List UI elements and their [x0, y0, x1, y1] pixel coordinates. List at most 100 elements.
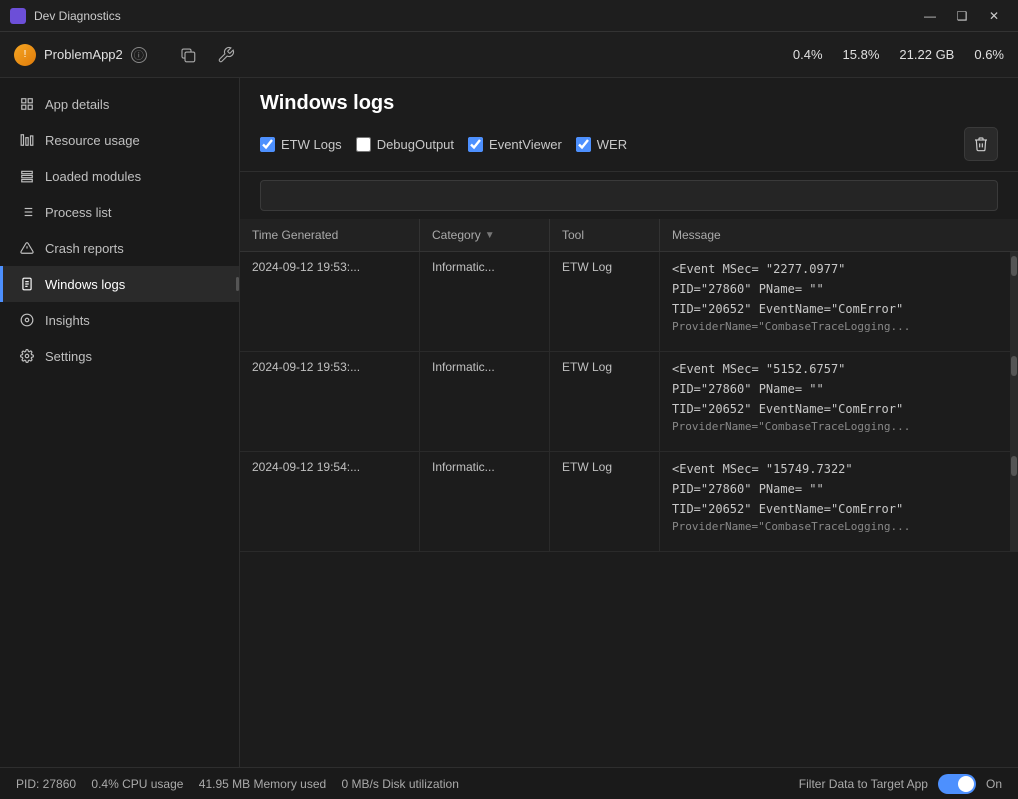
- scroll-thumb-2: [1011, 456, 1017, 476]
- cell-message-1: <Event MSec= "5152.6757" PID="27860" PNa…: [660, 352, 1018, 451]
- cell-category-2: Informatic...: [420, 452, 550, 551]
- message-scrollbar-0[interactable]: [1010, 252, 1018, 351]
- sidebar-item-loaded-modules[interactable]: Loaded modules: [0, 158, 239, 194]
- status-separator-3: [332, 777, 335, 791]
- debug-output-filter[interactable]: DebugOutput: [356, 137, 454, 152]
- table-header: Time Generated Category ▼ Tool Message: [240, 219, 1018, 252]
- tools-button[interactable]: [215, 44, 237, 66]
- filter-checkboxes: ETW Logs DebugOutput EventViewer WER: [260, 137, 627, 152]
- cell-tool-1: ETW Log: [550, 352, 660, 451]
- sidebar-scroll-indicator: [236, 277, 239, 291]
- sidebar-item-app-details-label: App details: [45, 97, 109, 112]
- delete-button[interactable]: [964, 127, 998, 161]
- header-tool: Tool: [550, 219, 660, 251]
- network-metric: 0.6%: [974, 47, 1004, 62]
- etw-logs-filter[interactable]: ETW Logs: [260, 137, 342, 152]
- status-separator-2: [189, 777, 192, 791]
- page-title: Windows logs: [260, 92, 998, 115]
- debug-output-checkbox[interactable]: [356, 137, 371, 152]
- app-details-icon: [19, 96, 35, 112]
- sidebar-item-windows-logs-label: Windows logs: [45, 277, 125, 292]
- copy-button[interactable]: [177, 44, 199, 66]
- cell-time-2: 2024-09-12 19:54:...: [240, 452, 420, 551]
- info-icon[interactable]: ⓘ: [131, 47, 147, 63]
- app-bar: ! ProblemApp2 ⓘ 0.4% 15.8% 21.22 GB 0.6%: [0, 32, 1018, 78]
- status-bar-right: Filter Data to Target App On: [799, 774, 1002, 794]
- table-row[interactable]: 2024-09-12 19:54:... Informatic... ETW L…: [240, 452, 1018, 552]
- sidebar-item-resource-usage-label: Resource usage: [45, 133, 140, 148]
- app-name-section: ! ProblemApp2 ⓘ: [14, 44, 147, 66]
- sidebar-item-resource-usage[interactable]: Resource usage: [0, 122, 239, 158]
- header-message: Message: [660, 219, 1018, 251]
- search-bar-row: [240, 172, 1018, 219]
- status-cpu: 0.4% CPU usage: [91, 777, 183, 791]
- sidebar-item-app-details[interactable]: App details: [0, 86, 239, 122]
- sidebar-item-loaded-modules-label: Loaded modules: [45, 169, 141, 184]
- cell-message-0: <Event MSec= "2277.0977" PID="27860" PNa…: [660, 252, 1018, 351]
- status-memory: 41.95 MB Memory used: [199, 777, 326, 791]
- wer-checkbox[interactable]: [576, 137, 591, 152]
- filter-data-label: Filter Data to Target App: [799, 777, 928, 791]
- etw-logs-checkbox[interactable]: [260, 137, 275, 152]
- sidebar-item-process-list[interactable]: Process list: [0, 194, 239, 230]
- main-layout: App details Resource usage Loaded module…: [0, 78, 1018, 767]
- toggle-knob: [958, 776, 974, 792]
- header-category[interactable]: Category ▼: [420, 219, 550, 251]
- loaded-modules-icon: [19, 168, 35, 184]
- windows-logs-icon: [19, 276, 35, 292]
- scroll-thumb-1: [1011, 356, 1017, 376]
- sidebar-item-settings[interactable]: Settings: [0, 338, 239, 374]
- etw-logs-label: ETW Logs: [281, 137, 342, 152]
- header-time-generated: Time Generated: [240, 219, 420, 251]
- debug-output-label: DebugOutput: [377, 137, 454, 152]
- sidebar-item-insights[interactable]: Insights: [0, 302, 239, 338]
- search-input[interactable]: [260, 180, 998, 211]
- table-container: Time Generated Category ▼ Tool Message 2…: [240, 219, 1018, 767]
- window-controls: — ❑ ✕: [916, 5, 1008, 27]
- app-logo-icon: [10, 8, 26, 24]
- cell-time-1: 2024-09-12 19:53:...: [240, 352, 420, 451]
- sidebar-item-crash-reports[interactable]: Crash reports: [0, 230, 239, 266]
- sidebar-item-windows-logs[interactable]: Windows logs: [0, 266, 239, 302]
- category-sort-icon: ▼: [485, 230, 495, 241]
- app-bar-metrics: 0.4% 15.8% 21.22 GB 0.6%: [793, 47, 1004, 62]
- status-bar: PID: 27860 0.4% CPU usage 41.95 MB Memor…: [0, 767, 1018, 799]
- settings-icon: [19, 348, 35, 364]
- message-scrollbar-2[interactable]: [1010, 452, 1018, 551]
- cell-tool-0: ETW Log: [550, 252, 660, 351]
- resource-usage-icon: [19, 132, 35, 148]
- insights-icon: [19, 312, 35, 328]
- event-viewer-label: EventViewer: [489, 137, 562, 152]
- content-header: Windows logs ETW Logs DebugOutput EventV…: [240, 78, 1018, 172]
- scroll-thumb-0: [1011, 256, 1017, 276]
- cell-category-1: Informatic...: [420, 352, 550, 451]
- status-separator-1: [82, 777, 85, 791]
- table-row[interactable]: 2024-09-12 19:53:... Informatic... ETW L…: [240, 352, 1018, 452]
- crash-reports-icon: [19, 240, 35, 256]
- wer-label: WER: [597, 137, 627, 152]
- sidebar-item-settings-label: Settings: [45, 349, 92, 364]
- cell-tool-2: ETW Log: [550, 452, 660, 551]
- app-name-label: ProblemApp2: [44, 47, 123, 62]
- close-button[interactable]: ✕: [980, 5, 1008, 27]
- table-row[interactable]: 2024-09-12 19:53:... Informatic... ETW L…: [240, 252, 1018, 352]
- status-disk: 0 MB/s Disk utilization: [342, 777, 459, 791]
- event-viewer-filter[interactable]: EventViewer: [468, 137, 562, 152]
- wer-filter[interactable]: WER: [576, 137, 627, 152]
- cpu-metric: 0.4%: [793, 47, 823, 62]
- maximize-button[interactable]: ❑: [948, 5, 976, 27]
- process-list-icon: [19, 204, 35, 220]
- table-body: 2024-09-12 19:53:... Informatic... ETW L…: [240, 252, 1018, 767]
- minimize-button[interactable]: —: [916, 5, 944, 27]
- cell-category-0: Informatic...: [420, 252, 550, 351]
- title-bar: Dev Diagnostics — ❑ ✕: [0, 0, 1018, 32]
- sidebar: App details Resource usage Loaded module…: [0, 78, 240, 767]
- disk-metric: 21.22 GB: [899, 47, 954, 62]
- sidebar-item-insights-label: Insights: [45, 313, 90, 328]
- content-area: Windows logs ETW Logs DebugOutput EventV…: [240, 78, 1018, 767]
- message-scrollbar-1[interactable]: [1010, 352, 1018, 451]
- event-viewer-checkbox[interactable]: [468, 137, 483, 152]
- status-pid: PID: 27860: [16, 777, 76, 791]
- title-bar-title: Dev Diagnostics: [34, 9, 916, 23]
- filter-toggle[interactable]: [938, 774, 976, 794]
